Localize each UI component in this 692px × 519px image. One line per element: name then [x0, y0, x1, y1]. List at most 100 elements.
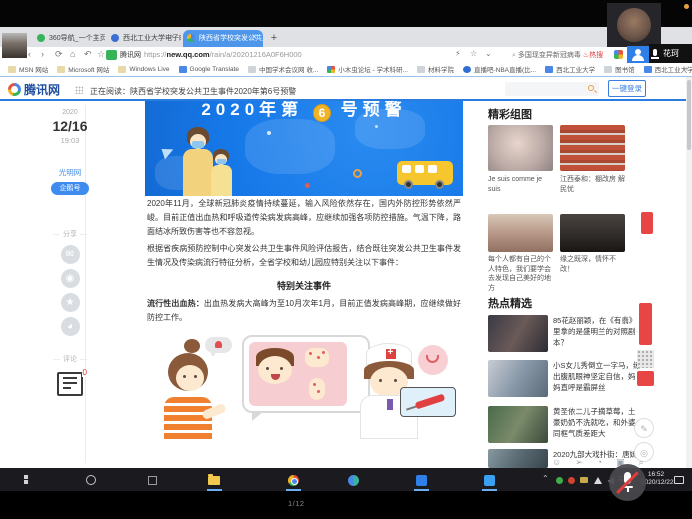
tray-red-app-icon[interactable] — [568, 477, 575, 484]
bookmark-microsoft[interactable]: Microsoft 网站 — [57, 64, 109, 74]
network-icon[interactable] — [594, 477, 602, 484]
publish-time: 19:03 — [28, 136, 112, 145]
section-heading: 特别关注事件 — [147, 279, 461, 292]
bookmark-conference[interactable]: 中国学术会议网 收... — [248, 64, 318, 74]
undo-icon[interactable]: ↶ — [84, 48, 92, 60]
cortana-search-icon[interactable] — [86, 475, 96, 485]
gallery-image-1[interactable] — [488, 125, 553, 171]
bookmark-msn[interactable]: MSN 网站 — [8, 64, 48, 74]
gallery-caption-2[interactable]: 江西泰和：棚改房 解民忧 — [560, 175, 626, 194]
browser-search-box[interactable]: ⌕ 多国现变异新冠病毒 ♨热搜 — [512, 50, 603, 60]
start-button-icon[interactable] — [24, 475, 33, 484]
qq-logo-text: 腾讯网 — [24, 81, 60, 98]
tray-green-app-icon[interactable] — [556, 477, 563, 484]
hot-item-2[interactable]: 小S女儿秀倒立一字马，练出腹肌眼神坚定自信，妈妈直呼是霸屏丝 — [553, 360, 641, 393]
tray-folder-icon[interactable] — [580, 477, 588, 483]
extension-icon[interactable]: ⚡ — [455, 48, 461, 60]
gallery-image-2[interactable] — [560, 125, 625, 171]
file-explorer-icon[interactable] — [208, 476, 220, 485]
hot-item-3[interactable]: 黄圣依二儿子摘草莓，土豪奶奶不洗就吃，和外婆同框气质差距大 — [553, 406, 641, 439]
back-icon[interactable]: ‹ — [28, 48, 31, 60]
tray-expand-icon[interactable]: ⌃ — [542, 474, 549, 483]
chrome-icon[interactable] — [288, 475, 299, 486]
address-bar[interactable]: https://new.qq.com/rain/a/20201216A0F6H0… — [144, 50, 302, 59]
float-qr-code[interactable] — [637, 350, 654, 368]
bookmark-material-school[interactable]: 材料学院 — [417, 64, 454, 74]
float-red-badge[interactable] — [641, 212, 653, 234]
bookmark-zhibo8[interactable]: 直播吧-NBA直播(比... — [463, 64, 536, 74]
weibo-icon[interactable]: ◕ — [61, 317, 80, 336]
task-view-icon[interactable] — [148, 476, 157, 485]
page-body: 2020 12/16 19:03 光明网 企鹅号 分享 ✉ ◉ ★ ◕ 评论 0 — [0, 101, 692, 468]
scrollbar[interactable] — [686, 77, 692, 468]
site-safety-icon[interactable] — [106, 50, 117, 60]
rash-foot-icon — [309, 378, 325, 400]
bookmark-library[interactable]: 图书馆 — [604, 64, 635, 74]
search-suggestion: 多国现变异新冠病毒 — [518, 52, 581, 59]
hot-thumb-4[interactable] — [488, 449, 548, 468]
tab-close-icon[interactable]: × — [94, 33, 102, 41]
search-magnifier-icon — [588, 85, 594, 91]
qq-icon[interactable]: ◉ — [61, 269, 80, 288]
pinned-app-icon-2[interactable] — [484, 475, 495, 486]
float-red-ribbon[interactable] — [639, 303, 652, 345]
bookmarks-overflow-icon[interactable]: » — [684, 64, 688, 73]
site-search-input[interactable] — [505, 82, 599, 96]
hot-search-tag: 热搜 — [589, 52, 603, 59]
syringe-icon — [415, 394, 446, 410]
alert-bell-icon — [215, 341, 222, 348]
comment-icon[interactable]: 0 — [57, 372, 83, 396]
dropdown-chevron-icon[interactable]: ⌄ — [485, 48, 492, 60]
browser-360-icon[interactable] — [348, 475, 359, 486]
bookmark-nwpu[interactable]: 西北工业大学 — [545, 64, 595, 74]
scrollbar-thumb[interactable] — [687, 80, 691, 150]
presenter-name: 花珂 — [663, 49, 679, 58]
source-link[interactable]: 光明网 — [28, 167, 112, 178]
apps-grid-icon[interactable] — [614, 50, 623, 59]
gallery-caption-4[interactable]: 缘之既深，情怀不改！ — [560, 255, 626, 274]
page-floating-icons[interactable]: ☺➢◔▣⌕ — [552, 457, 658, 468]
penguin-account-badge[interactable]: 企鹅号 — [51, 182, 89, 195]
refresh-icon[interactable]: ⟳ — [55, 48, 63, 60]
bookmark-star-icon[interactable]: ☆ — [97, 48, 105, 60]
item-lead: 流行性出血热： — [147, 299, 204, 308]
tab-360-nav[interactable]: 360导航_一个主页，整个世界 × — [33, 30, 105, 47]
favorite-star-icon[interactable]: ☆ — [470, 48, 477, 60]
forum-icon — [327, 66, 335, 73]
publish-date: 12/16 — [28, 118, 112, 134]
hot-thumb-3[interactable] — [488, 406, 548, 443]
login-button[interactable]: 一键登录 — [608, 80, 646, 97]
tab-nwpu-mail[interactable]: 西北工业大学电子邮件系统 × — [107, 30, 181, 47]
float-red-tab[interactable] — [637, 371, 654, 386]
bookmark-google-translate[interactable]: Google Translate — [179, 66, 240, 73]
url-host: new.qq.com — [167, 50, 210, 59]
banner-number-coin: 6 — [313, 104, 331, 122]
qq-logo[interactable]: 腾讯网 — [8, 81, 60, 98]
hot-thumb-2[interactable] — [488, 360, 548, 397]
page-indicator: 1/12 — [288, 499, 305, 508]
bookmark-xiaomuchong[interactable]: 小木虫论坛 - 学术科研... — [327, 64, 408, 74]
tab-active-article[interactable]: 陕西省学校突发公共卫生事件2020年第6号预警 × — [183, 30, 263, 47]
qq-site-header: 腾讯网 正在阅读：陕西省学校突发公共卫生事件2020年第6号预警 一键登录 — [0, 77, 692, 101]
hot-item-1[interactable]: 85花赵丽颖，在《有翡》里拿的是盛明兰的对照剧本？ — [553, 315, 641, 348]
wechat-icon[interactable]: ✉ — [61, 245, 80, 264]
hot-thumb-1[interactable] — [488, 315, 548, 352]
banner-title: 2020年第 6 号预警 — [145, 101, 463, 122]
tab-close-icon[interactable]: × — [252, 33, 260, 41]
share-label: 分享 — [28, 229, 112, 239]
gallery-image-4[interactable] — [560, 214, 625, 252]
new-tab-button[interactable]: + — [268, 32, 280, 44]
gallery-caption-3[interactable]: 每个人都有自己的个人特色，我们要学会去发现自己美好的地方 — [488, 255, 554, 293]
home-icon[interactable]: ⌂ — [70, 48, 75, 60]
pinned-app-icon-1[interactable] — [416, 475, 427, 486]
qzone-icon[interactable]: ★ — [61, 293, 80, 312]
tab-close-icon[interactable]: × — [170, 33, 178, 41]
bookmarks-bar: MSN 网站 Microsoft 网站 Windows Live Google … — [0, 62, 692, 76]
feedback-pencil-icon[interactable]: ✎ — [634, 418, 654, 438]
gallery-caption-1[interactable]: Je suis comme je suis — [488, 175, 554, 194]
bookmark-windows-live[interactable]: Windows Live — [118, 66, 169, 73]
notification-center-icon[interactable] — [674, 476, 684, 484]
nav-grid-icon[interactable] — [75, 86, 83, 94]
forward-icon[interactable]: › — [41, 48, 44, 60]
gallery-image-3[interactable] — [488, 214, 553, 252]
